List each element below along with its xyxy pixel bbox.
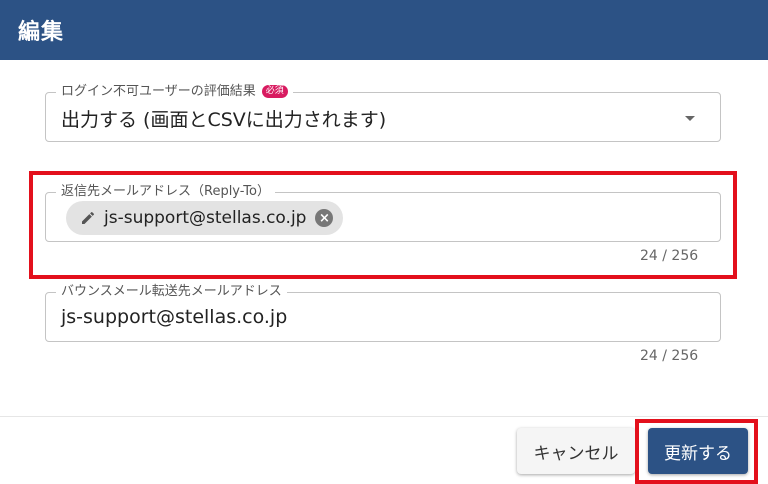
- login-eval-value: 出力する (画面とCSVに出力されます): [61, 109, 387, 131]
- dialog-title: 編集: [18, 20, 65, 45]
- login-eval-label: ログイン不可ユーザーの評価結果 必須: [56, 83, 293, 101]
- pencil-icon[interactable]: [80, 210, 96, 226]
- reply-to-chip[interactable]: js-support@stellas.co.jp ×: [66, 201, 344, 235]
- required-badge: 必須: [261, 85, 288, 98]
- update-button[interactable]: 更新する: [648, 428, 748, 474]
- bounce-label: バウンスメール転送先メールアドレス: [56, 283, 287, 301]
- reply-to-label: 返信先メールアドレス（Reply-To）: [56, 183, 275, 201]
- login-eval-label-text: ログイン不可ユーザーの評価結果: [61, 84, 256, 99]
- bounce-value: js-support@stellas.co.jp: [61, 306, 288, 328]
- login-eval-select[interactable]: ログイン不可ユーザーの評価結果 必須 出力する (画面とCSVに出力されます): [45, 83, 721, 142]
- bounce-counter: 24 / 256: [640, 348, 699, 364]
- cancel-button[interactable]: キャンセル: [517, 428, 635, 474]
- reply-to-field[interactable]: 返信先メールアドレス（Reply-To） js-support@stellas.…: [45, 183, 721, 242]
- reply-to-counter: 24 / 256: [640, 248, 699, 264]
- close-circle-icon[interactable]: ×: [315, 209, 334, 227]
- dialog-header: 編集: [0, 0, 768, 60]
- reply-to-chip-text: js-support@stellas.co.jp: [104, 208, 307, 228]
- chevron-down-icon[interactable]: [685, 116, 695, 121]
- footer-divider: [0, 416, 768, 417]
- bounce-field[interactable]: バウンスメール転送先メールアドレス js-support@stellas.co.…: [45, 283, 721, 342]
